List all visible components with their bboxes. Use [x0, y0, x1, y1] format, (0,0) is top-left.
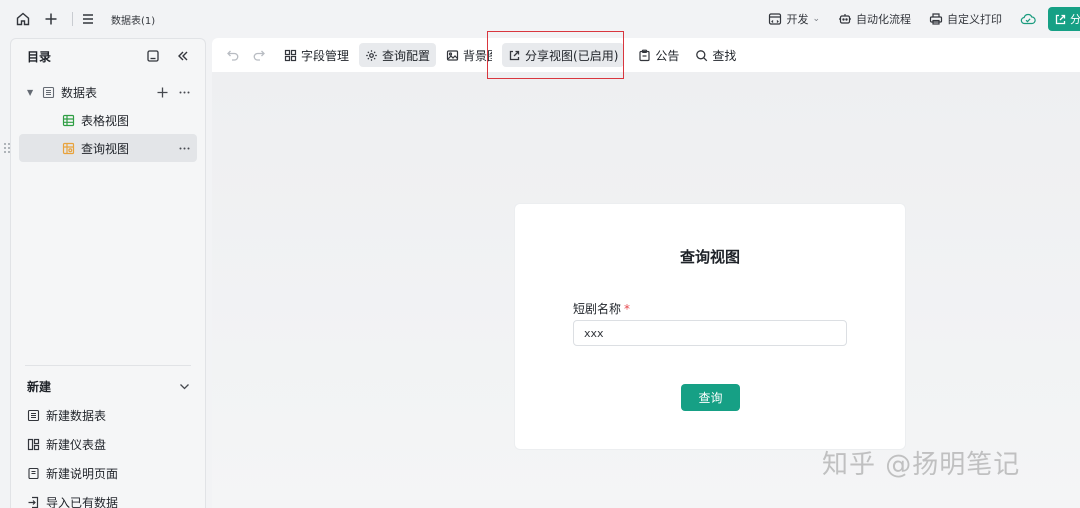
- table-icon: [27, 409, 40, 422]
- sidebar-title: 目录: [27, 49, 52, 64]
- custom-print-button[interactable]: 自定义打印: [929, 11, 1002, 27]
- tree-item-label: 数据表: [61, 85, 98, 100]
- clipboard-icon: [638, 49, 651, 62]
- new-item-list: 新建数据表 新建仪表盘 新建说明页面 导入已有数据: [11, 401, 205, 508]
- share-view-label: 分享视图(已启用): [525, 48, 619, 63]
- expand-arrow-icon[interactable]: ▼: [27, 88, 41, 97]
- automation-label: 自动化流程: [856, 13, 911, 26]
- grid-icon: [284, 49, 297, 62]
- query-view-canvas: 查询视图 短剧名称* 查询: [212, 72, 1080, 508]
- sidebar: 目录 ▼ 数据表 表格视图 查询视图 新建 新建数据表 新建仪表盘 新建说明页面…: [4, 38, 206, 508]
- new-item-label: 新建说明页面: [46, 467, 119, 481]
- undo-icon[interactable]: [226, 48, 240, 62]
- share-icon: [1054, 13, 1067, 26]
- directory-tree: ▼ 数据表 表格视图 查询视图: [4, 78, 205, 162]
- collapse-sidebar-icon[interactable]: [175, 48, 191, 64]
- sidebar-header: 目录: [11, 39, 205, 73]
- field-manage-label: 字段管理: [301, 48, 350, 63]
- add-icon[interactable]: [42, 10, 60, 28]
- chevron-down-icon[interactable]: [177, 379, 191, 393]
- develop-label: 开发: [786, 13, 809, 26]
- redo-icon[interactable]: [252, 48, 266, 62]
- share-button[interactable]: 分: [1048, 7, 1080, 31]
- background-button[interactable]: 背景图: [440, 43, 492, 67]
- drag-handle-icon[interactable]: [3, 141, 11, 155]
- tree-item-query-view[interactable]: 查询视图: [4, 134, 197, 162]
- query-config-button[interactable]: 查询配置: [359, 43, 437, 67]
- field-label-text: 短剧名称: [573, 302, 622, 316]
- search-label: 查找: [712, 48, 737, 63]
- topbar-divider: [72, 12, 73, 26]
- tree-item-grid-view[interactable]: 表格视图: [19, 106, 197, 134]
- image-icon: [446, 49, 459, 62]
- share-label: 分: [1070, 13, 1080, 26]
- query-button[interactable]: 查询: [681, 384, 740, 411]
- develop-icon: [768, 12, 782, 26]
- new-section-title: 新建: [27, 379, 52, 394]
- required-mark: *: [624, 302, 631, 316]
- background-label: 背景图: [463, 48, 492, 63]
- notice-button[interactable]: 公告: [632, 43, 685, 67]
- custom-print-label: 自定义打印: [947, 13, 1002, 26]
- develop-menu[interactable]: 开发 ⌄: [768, 11, 820, 27]
- add-icon[interactable]: [155, 85, 169, 99]
- menu-icon[interactable]: [79, 10, 97, 28]
- dashboard-icon: [27, 438, 40, 451]
- field-manage-button[interactable]: 字段管理: [278, 43, 355, 67]
- import-icon: [27, 496, 40, 508]
- chevron-down-icon: ⌄: [812, 14, 820, 24]
- robot-icon: [838, 12, 852, 26]
- layout-icon[interactable]: [145, 48, 161, 64]
- new-dashboard-button[interactable]: 新建仪表盘: [11, 430, 205, 459]
- cloud-sync-icon: [1020, 11, 1036, 27]
- grid-view-icon: [61, 113, 75, 127]
- share-view-button[interactable]: 分享视图(已启用): [502, 43, 625, 67]
- document-title: 数据表(1): [111, 15, 156, 27]
- tree-item-label: 表格视图: [81, 113, 130, 128]
- sidebar-divider: [25, 365, 191, 366]
- new-doc-page-button[interactable]: 新建说明页面: [11, 459, 205, 488]
- new-item-label: 新建数据表: [46, 409, 107, 423]
- more-icon[interactable]: [177, 85, 191, 99]
- home-icon[interactable]: [14, 10, 32, 28]
- document-icon: [27, 467, 40, 480]
- table-icon: [41, 85, 55, 99]
- query-view-icon: [61, 141, 75, 155]
- tree-item-table[interactable]: ▼ 数据表: [19, 78, 197, 106]
- tree-item-label: 查询视图: [81, 141, 130, 156]
- share-icon: [508, 49, 521, 62]
- query-form-card: 查询视图 短剧名称* 查询: [514, 203, 906, 450]
- search-button[interactable]: 查找: [689, 43, 742, 67]
- new-section-header[interactable]: 新建: [11, 373, 205, 399]
- automation-button[interactable]: 自动化流程: [838, 11, 911, 27]
- more-icon[interactable]: [177, 141, 191, 155]
- card-title: 查询视图: [679, 248, 740, 266]
- field-label: 短剧名称 *: [573, 300, 630, 317]
- view-toolbar: 字段管理 查询配置 背景图 分享视图(已启用) 公告 查找: [212, 38, 1080, 72]
- query-config-label: 查询配置: [382, 48, 431, 63]
- drama-name-input[interactable]: [573, 320, 847, 346]
- new-table-button[interactable]: 新建数据表: [11, 401, 205, 430]
- printer-icon: [929, 12, 943, 26]
- new-item-label: 导入已有数据: [46, 496, 119, 508]
- new-item-label: 新建仪表盘: [46, 438, 107, 452]
- import-data-button[interactable]: 导入已有数据: [11, 488, 205, 508]
- top-bar: 数据表(1) 开发 ⌄ 自动化流程 自定义打印 分: [0, 0, 1080, 38]
- notice-label: 公告: [655, 48, 680, 63]
- search-icon: [695, 49, 708, 62]
- gear-icon: [365, 49, 378, 62]
